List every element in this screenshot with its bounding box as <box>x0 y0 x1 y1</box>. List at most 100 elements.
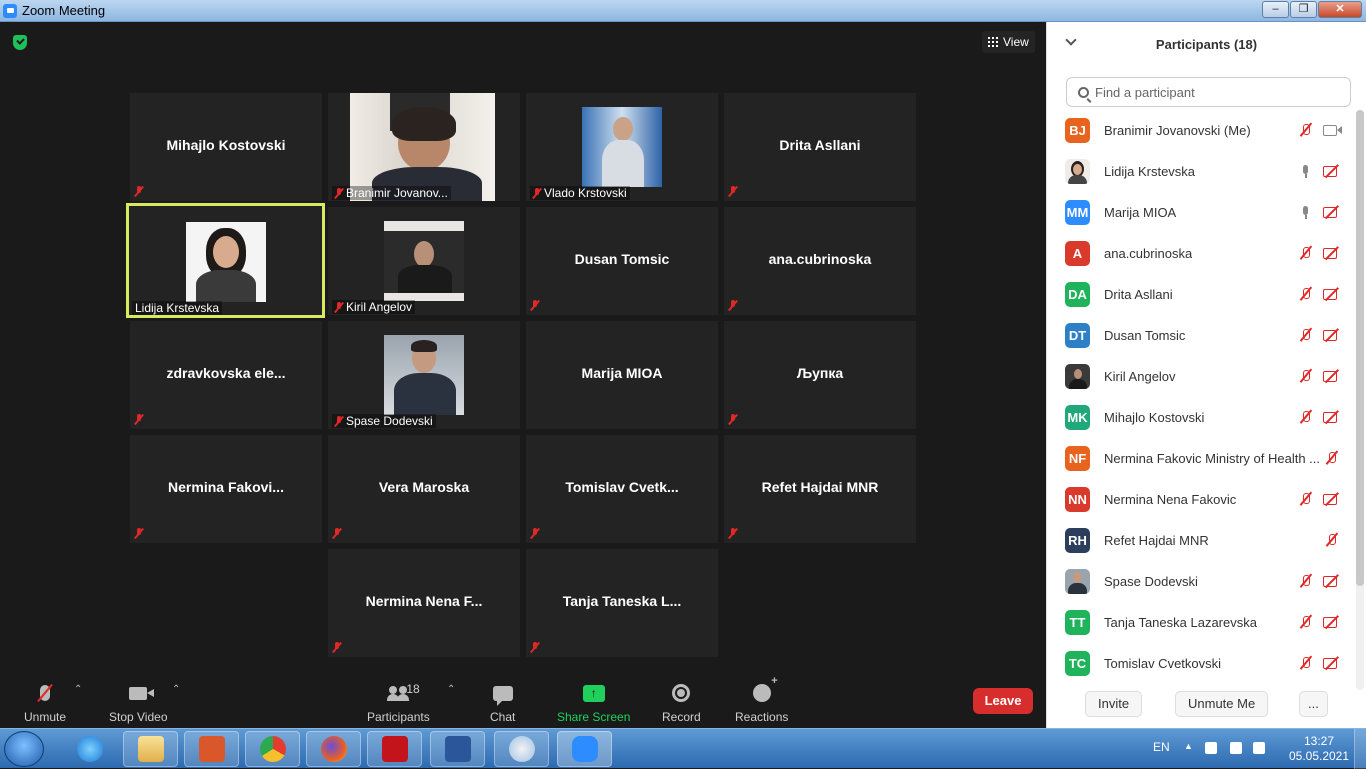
chrome-icon <box>259 736 286 762</box>
video-tile[interactable]: zdravkovska ele... <box>130 321 322 429</box>
video-options-chevron-icon[interactable]: ⌃ <box>172 684 180 695</box>
panel-title: Participants (18) <box>1155 36 1258 52</box>
muted-mic-icon <box>333 642 341 653</box>
participant-row[interactable]: RH Refet Hajdai MNR <box>1047 520 1355 561</box>
muted-mic-icon <box>1299 574 1313 588</box>
video-tile[interactable]: Nermina Fakovi... <box>130 435 322 543</box>
window-title-bar: Zoom Meeting – ❐ ✕ <box>0 0 1366 22</box>
avatar <box>1065 364 1090 389</box>
taskbar-acrobat[interactable] <box>367 731 422 767</box>
video-tile[interactable]: Љупка <box>724 321 916 429</box>
meeting-toolbar: Unmute ⌃ Stop Video ⌃ 18 Participants ⌃ … <box>0 672 1046 728</box>
maximize-button[interactable]: ❐ <box>1290 1 1317 18</box>
share-screen-button[interactable]: ↑ Share Screen <box>557 680 630 724</box>
participant-name: Lidija Krstevska <box>1104 164 1196 179</box>
video-tile[interactable]: Kiril Angelov <box>328 207 520 315</box>
taskbar-word[interactable] <box>430 731 485 767</box>
unmute-button[interactable]: Unmute <box>24 680 66 724</box>
participant-row[interactable]: DA Drita Asllani <box>1047 274 1355 315</box>
participant-row[interactable]: TT Tanja Taneska Lazarevska <box>1047 602 1355 643</box>
taskbar-zoom[interactable] <box>557 731 612 767</box>
volume-icon[interactable] <box>1230 742 1242 754</box>
tile-name: Refet Hajdai MNR <box>761 479 879 495</box>
participant-row[interactable]: MK Mihajlo Kostovski <box>1047 397 1355 438</box>
participant-row[interactable]: BJ Branimir Jovanovski (Me) <box>1047 110 1355 151</box>
participant-name: Tomislav Cvetkovski <box>1104 656 1222 671</box>
video-tile[interactable]: Vlado Krstovski <box>526 93 718 201</box>
invite-button[interactable]: Invite <box>1085 691 1143 717</box>
minimize-button[interactable]: – <box>1262 1 1289 18</box>
participant-row[interactable]: Lidija Krstevska <box>1047 151 1355 192</box>
search-input[interactable] <box>1095 84 1335 100</box>
participant-row[interactable]: MM Marija MIOA <box>1047 192 1355 233</box>
participant-row[interactable]: A ana.cubrinoska <box>1047 233 1355 274</box>
audio-options-chevron-icon[interactable]: ⌃ <box>74 684 82 695</box>
taskbar-file-explorer[interactable] <box>123 731 178 767</box>
collapse-chevron-icon[interactable] <box>1065 34 1077 46</box>
muted-mic-icon <box>135 528 143 539</box>
taskbar-paint[interactable] <box>494 731 549 767</box>
zoom-app-icon <box>3 3 17 18</box>
participant-row[interactable]: Spase Dodevski <box>1047 561 1355 602</box>
video-tile[interactable]: Vera Maroska <box>328 435 520 543</box>
tile-label: Vlado Krstovski <box>544 186 627 200</box>
chat-button[interactable]: Chat <box>490 680 515 724</box>
video-tile[interactable]: Dusan Tomsic <box>526 207 718 315</box>
muted-mic-icon <box>335 415 343 427</box>
search-icon <box>1078 86 1089 98</box>
close-button[interactable]: ✕ <box>1318 1 1362 18</box>
unmute-me-button[interactable]: Unmute Me <box>1175 691 1269 717</box>
video-tile[interactable]: Nermina Nena F... <box>328 549 520 657</box>
taskbar-clock[interactable]: 13:27 05.05.2021 <box>1284 734 1354 764</box>
taskbar-powerpoint[interactable] <box>184 731 239 767</box>
participant-row[interactable]: DT Dusan Tomsic <box>1047 315 1355 356</box>
video-tile[interactable]: Spase Dodevski <box>328 321 520 429</box>
participant-row[interactable]: TC Tomislav Cvetkovski <box>1047 643 1355 684</box>
more-options-button[interactable]: ... <box>1299 691 1328 717</box>
participants-options-chevron-icon[interactable]: ⌃ <box>447 684 455 695</box>
network-signal-icon[interactable] <box>1253 742 1265 754</box>
avatar: A <box>1065 241 1090 266</box>
taskbar-internet-explorer[interactable] <box>62 731 117 767</box>
leave-button[interactable]: Leave <box>973 688 1033 714</box>
muted-mic-icon <box>1299 369 1313 383</box>
language-indicator[interactable]: EN <box>1153 740 1170 754</box>
tile-name: Nermina Fakovi... <box>168 479 284 495</box>
video-off-icon <box>1323 410 1341 424</box>
taskbar-firefox[interactable] <box>306 731 361 767</box>
video-tile[interactable]: Mihajlo Kostovski <box>130 93 322 201</box>
taskbar-chrome[interactable] <box>245 731 300 767</box>
participants-button[interactable]: 18 Participants <box>367 680 430 724</box>
participant-name: Marija MIOA <box>1104 205 1177 220</box>
reactions-button[interactable]: Reactions <box>735 675 788 724</box>
video-tile[interactable]: ana.cubrinoska <box>724 207 916 315</box>
video-tile[interactable]: Drita Asllani <box>724 93 916 201</box>
stop-video-button[interactable]: Stop Video <box>109 680 168 724</box>
avatar: MK <box>1065 405 1090 430</box>
participant-row[interactable]: NN Nermina Nena Fakovic <box>1047 479 1355 520</box>
scrollbar-thumb[interactable] <box>1356 110 1364 586</box>
tile-name: ana.cubrinoska <box>768 251 872 267</box>
windows-start-icon[interactable] <box>4 731 44 767</box>
usb-device-icon[interactable] <box>1205 742 1217 754</box>
participant-row[interactable]: Kiril Angelov <box>1047 356 1355 397</box>
view-button[interactable]: View <box>982 31 1035 53</box>
video-tile[interactable]: Refet Hajdai MNR <box>724 435 916 543</box>
video-tile[interactable]: Tanja Taneska L... <box>526 549 718 657</box>
video-tile-active-speaker[interactable]: Lidija Krstevska <box>126 203 325 318</box>
video-tile[interactable]: Branimir Jovanov... <box>328 93 520 201</box>
show-hidden-icons-chevron-icon[interactable]: ▲ <box>1184 741 1193 751</box>
video-gallery: View Mihajlo Kostovski Branimir Jovanov.… <box>0 22 1046 728</box>
avatar: MM <box>1065 200 1090 225</box>
video-tile[interactable]: Tomislav Cvetk... <box>526 435 718 543</box>
show-desktop-button[interactable] <box>1354 729 1366 769</box>
avatar <box>1065 159 1090 184</box>
microphone-muted-icon <box>40 685 51 701</box>
muted-mic-icon <box>1299 287 1313 301</box>
participant-row[interactable]: NF Nermina Fakovic Ministry of Health ..… <box>1047 438 1355 479</box>
shield-icon[interactable] <box>13 35 27 50</box>
tile-name: Vera Maroska <box>378 479 470 495</box>
video-tile[interactable]: Marija MIOA <box>526 321 718 429</box>
participant-name: Spase Dodevski <box>1104 574 1198 589</box>
record-button[interactable]: Record <box>662 680 701 724</box>
